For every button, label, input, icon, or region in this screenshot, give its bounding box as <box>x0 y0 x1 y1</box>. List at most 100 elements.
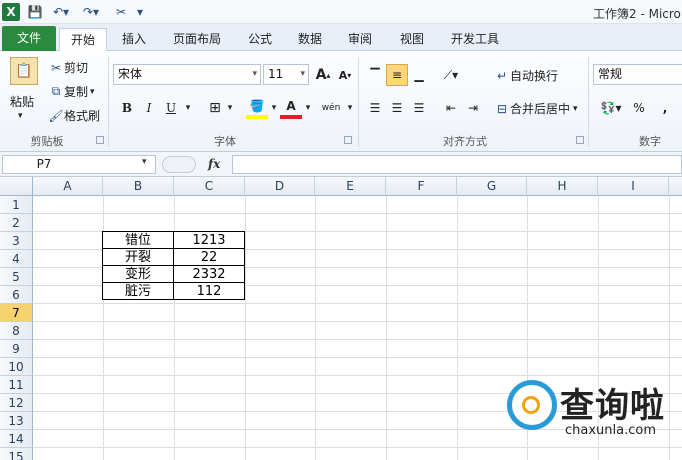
row-header-6[interactable]: 6 <box>0 286 33 304</box>
font-color-icon[interactable]: A <box>280 97 302 119</box>
row-header-4[interactable]: 4 <box>0 250 33 268</box>
number-format-select[interactable]: 常规 <box>593 64 682 85</box>
font-name-select[interactable]: 宋体 ▾ <box>113 64 261 85</box>
clipboard-group-label: 剪贴板 <box>30 135 64 148</box>
formula-input[interactable] <box>232 155 682 174</box>
tab-home[interactable]: 开始 <box>59 28 107 52</box>
cell-b4[interactable]: 开裂 <box>102 248 174 266</box>
align-left-icon[interactable]: ☰ <box>364 97 386 119</box>
formula-bar-splitter[interactable] <box>162 156 196 173</box>
gridline <box>315 196 316 460</box>
phonetic-dropdown-icon[interactable]: ▾ <box>344 97 356 119</box>
ribbon-tabs: 文件 开始 插入 页面布局 公式 数据 审阅 视图 开发工具 <box>0 24 682 52</box>
fill-color-icon[interactable]: 🪣 <box>246 97 268 119</box>
copy-button[interactable]: ⧉ 复制 ▾ <box>48 83 95 100</box>
cell-b5[interactable]: 变形 <box>102 265 174 283</box>
orientation-icon[interactable]: ⟋▾ <box>440 64 462 86</box>
borders-dropdown-icon[interactable]: ▾ <box>224 97 236 119</box>
grow-font-button[interactable]: A ▴ <box>312 64 334 86</box>
redo-icon[interactable]: ↷▾ <box>78 2 104 22</box>
row-header-9[interactable]: 9 <box>0 340 33 358</box>
row-header-5[interactable]: 5 <box>0 268 33 286</box>
font-color-dropdown-icon[interactable]: ▾ <box>302 97 314 119</box>
percent-button[interactable]: % <box>628 97 650 119</box>
undo-icon[interactable]: ↶▾ <box>48 2 74 22</box>
font-size-select[interactable]: 11 ▾ <box>263 64 309 85</box>
wrap-text-button[interactable]: ↵ 自动换行 <box>494 67 558 84</box>
row-header-7[interactable]: 7 <box>0 304 33 322</box>
tab-developer[interactable]: 开发工具 <box>442 28 508 51</box>
row-header-11[interactable]: 11 <box>0 376 33 394</box>
column-header-h[interactable]: H <box>527 177 598 196</box>
merge-dropdown-icon[interactable]: ▾ <box>573 104 578 114</box>
row-header-15[interactable]: 15 <box>0 448 33 460</box>
comma-style-button[interactable]: , <box>654 97 676 119</box>
italic-button[interactable]: I <box>138 97 160 119</box>
gridline <box>33 303 682 304</box>
column-header-c[interactable]: C <box>174 177 245 196</box>
column-header-f[interactable]: F <box>386 177 457 196</box>
chevron-down-icon[interactable]: ▾ <box>142 157 147 167</box>
row-header-3[interactable]: 3 <box>0 232 33 250</box>
tab-review[interactable]: 审阅 <box>338 28 382 51</box>
merge-center-button[interactable]: ⊟ 合并后居中 ▾ <box>494 100 578 117</box>
tab-formulas[interactable]: 公式 <box>238 28 282 51</box>
align-right-icon[interactable]: ☰ <box>408 97 430 119</box>
font-launcher-icon[interactable] <box>344 136 352 144</box>
cell-b6[interactable]: 脏污 <box>102 282 174 300</box>
paste-button[interactable]: 粘贴 <box>10 93 34 110</box>
column-header-b[interactable]: B <box>103 177 174 196</box>
tab-view[interactable]: 视图 <box>390 28 434 51</box>
tab-insert[interactable]: 插入 <box>112 28 156 51</box>
format-painter-button[interactable]: 🖌 格式刷 <box>48 107 100 124</box>
align-center-icon[interactable]: ☰ <box>386 97 408 119</box>
row-header-14[interactable]: 14 <box>0 430 33 448</box>
copy-dropdown-icon[interactable]: ▾ <box>90 87 95 97</box>
row-header-1[interactable]: 1 <box>0 196 33 214</box>
cell-b3[interactable]: 错位 <box>102 231 174 249</box>
shrink-font-button[interactable]: A ▾ <box>334 64 356 86</box>
chevron-down-icon: ▾ <box>300 69 305 79</box>
underline-dropdown-icon[interactable]: ▾ <box>182 97 194 119</box>
tab-page-layout[interactable]: 页面布局 <box>164 28 230 51</box>
row-header-13[interactable]: 13 <box>0 412 33 430</box>
customize-tool-icon[interactable]: ✂ <box>110 2 132 22</box>
decrease-indent-icon[interactable]: ⇤ <box>440 97 462 119</box>
cell-c4[interactable]: 22 <box>173 248 245 266</box>
row-header-8[interactable]: 8 <box>0 322 33 340</box>
bold-button[interactable]: B <box>116 97 138 119</box>
cut-button[interactable]: ✂ 剪切 <box>48 59 88 76</box>
borders-icon[interactable]: ⊞ <box>204 97 226 119</box>
cell-c6[interactable]: 112 <box>173 282 245 300</box>
increase-indent-icon[interactable]: ⇥ <box>462 97 484 119</box>
name-box[interactable]: P7 <box>2 155 156 174</box>
row-header-10[interactable]: 10 <box>0 358 33 376</box>
underline-button[interactable]: U <box>160 97 182 119</box>
insert-function-icon[interactable]: fx <box>208 157 220 171</box>
qat-menu-icon[interactable]: ▾ <box>134 2 146 22</box>
phonetic-guide-button[interactable]: wén <box>318 97 344 119</box>
paste-icon[interactable]: 📋 <box>10 57 38 85</box>
column-header-g[interactable]: G <box>457 177 527 196</box>
accounting-format-icon[interactable]: 💱▾ <box>596 97 626 119</box>
align-bottom-icon[interactable]: ▁ <box>408 64 430 86</box>
select-all-corner[interactable] <box>0 177 33 196</box>
cell-c3[interactable]: 1213 <box>173 231 245 249</box>
column-header-d[interactable]: D <box>245 177 315 196</box>
tab-file[interactable]: 文件 <box>2 26 56 51</box>
cell-c5[interactable]: 2332 <box>173 265 245 283</box>
align-top-icon[interactable]: ▔ <box>364 64 386 86</box>
column-header-e[interactable]: E <box>315 177 386 196</box>
save-icon[interactable]: 💾 <box>26 2 44 22</box>
column-header-a[interactable]: A <box>33 177 103 196</box>
clipboard-launcher-icon[interactable] <box>96 136 104 144</box>
column-header-i[interactable]: I <box>598 177 669 196</box>
align-middle-icon[interactable]: ≡ <box>386 64 408 86</box>
paste-dropdown-icon[interactable]: ▾ <box>18 111 23 121</box>
excel-logo-icon: X <box>2 3 20 21</box>
row-header-12[interactable]: 12 <box>0 394 33 412</box>
tab-data[interactable]: 数据 <box>288 28 332 51</box>
fill-color-dropdown-icon[interactable]: ▾ <box>268 97 280 119</box>
alignment-launcher-icon[interactable] <box>576 136 584 144</box>
row-header-2[interactable]: 2 <box>0 214 33 232</box>
